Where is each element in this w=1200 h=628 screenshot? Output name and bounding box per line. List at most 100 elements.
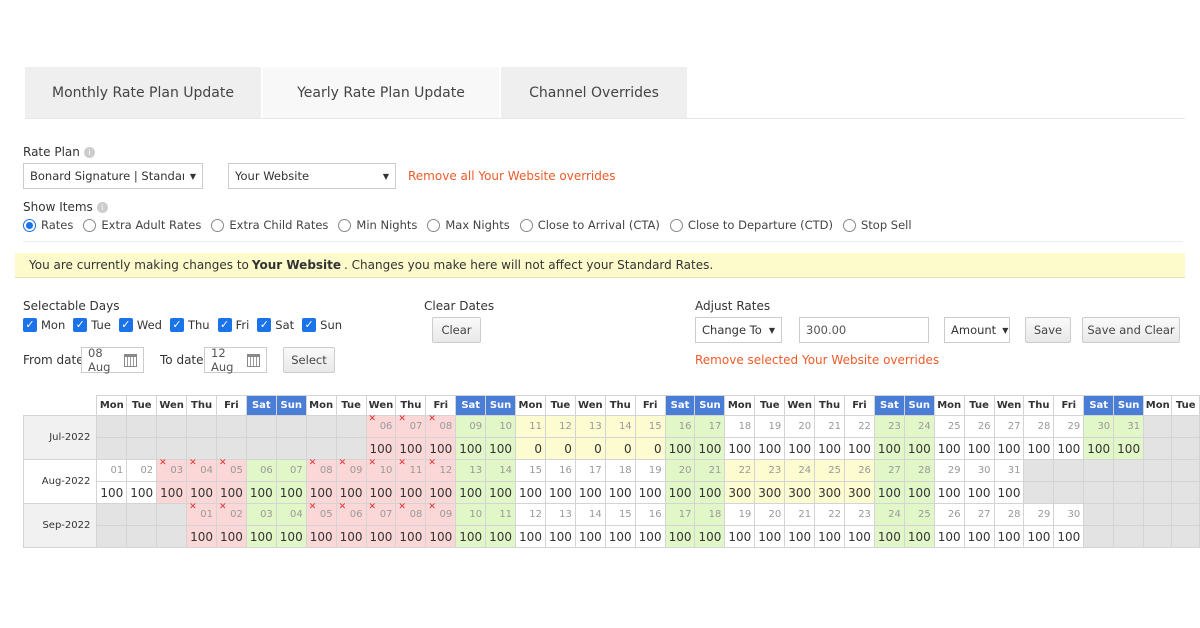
rate-cell[interactable]: 100 [544,525,576,548]
date-cell[interactable]: 19 [724,503,756,526]
rate-cell[interactable]: 100 [754,437,786,460]
rate-cell[interactable]: 100 [993,481,1025,504]
rate-cell[interactable]: 100 [844,525,875,548]
rate-cell[interactable]: 100 [335,525,367,548]
checkmark-icon[interactable]: ✓ [257,318,272,332]
date-cell[interactable]: 21 [814,415,846,438]
tab-yearly-rate-plan-update[interactable]: Yearly Rate Plan Update [263,67,499,118]
date-cell[interactable]: 07 ✕ [365,502,397,526]
rate-cell[interactable]: 100 [844,437,875,460]
radio-button[interactable] [211,218,225,232]
radio-min-nights[interactable]: Min Nights [338,218,417,232]
date-cell[interactable]: 26 [933,503,965,526]
rate-cell[interactable]: 300 [724,481,756,504]
rate-cell[interactable]: 100 [634,525,666,548]
rate-cell[interactable]: 100 [724,525,756,548]
checkmark-icon[interactable]: ✓ [118,318,133,332]
date-cell[interactable]: 06 ✕ [335,502,367,526]
radio-max-nights[interactable]: Max Nights [427,218,510,232]
date-cell[interactable]: 30 [1083,415,1115,438]
date-cell[interactable]: 09 [455,415,487,438]
date-cell[interactable]: 04 ✕ [186,458,217,482]
rate-cell[interactable]: 100 [873,481,905,504]
rate-cell[interactable]: 100 [455,525,487,548]
radio-button[interactable] [23,218,36,232]
rate-cell[interactable]: 100 [814,437,846,460]
calendar-icon[interactable] [247,353,260,367]
date-cell[interactable]: 18 [724,415,756,438]
date-cell[interactable]: 17 [574,459,606,482]
rate-cell[interactable]: 100 [933,481,965,504]
checkmark-icon[interactable]: ✓ [169,318,184,332]
rate-cell[interactable]: 100 [933,525,965,548]
date-cell[interactable]: 28 [1023,415,1055,438]
rate-cell[interactable]: 300 [814,481,846,504]
rate-cell[interactable]: 100 [186,481,217,504]
date-cell[interactable]: 03 [245,503,277,526]
date-cell[interactable]: 18 [694,503,726,526]
rate-cell[interactable]: 100 [1053,437,1085,460]
date-cell[interactable]: 30 [1053,503,1085,526]
rate-cell[interactable]: 100 [365,525,397,548]
rate-cell[interactable]: 100 [425,481,457,504]
date-cell[interactable]: 17 [694,415,726,438]
date-cell[interactable]: 14 [485,459,517,482]
date-cell[interactable]: 13 [455,459,487,482]
date-cell[interactable]: 13 [544,503,576,526]
date-cell[interactable]: 31 [1113,415,1145,438]
radio-button[interactable] [669,218,683,232]
radio-button[interactable] [427,218,441,232]
rate-cell[interactable]: 100 [963,481,995,504]
rate-cell[interactable]: 100 [186,525,217,548]
date-cell[interactable]: 01 ✕ [186,502,217,526]
date-cell[interactable]: 11 [515,415,546,438]
channel-select[interactable]: Your Website ▼ [228,163,396,189]
date-cell[interactable]: 08 ✕ [425,414,457,438]
rate-cell[interactable]: 100 [1023,525,1055,548]
rate-cell[interactable]: 100 [544,481,576,504]
rate-cell[interactable]: 100 [1083,437,1115,460]
date-cell[interactable]: 20 [664,459,696,482]
rate-cell[interactable]: 100 [365,481,397,504]
rate-cell[interactable]: 100 [245,525,277,548]
date-cell[interactable]: 20 [754,503,786,526]
checkmark-icon[interactable]: ✓ [73,318,88,332]
date-cell[interactable]: 27 [963,503,995,526]
date-cell[interactable]: 26 [844,459,875,482]
date-cell[interactable]: 15 [634,415,666,438]
rate-cell[interactable]: 100 [395,525,427,548]
date-cell[interactable]: 14 [574,503,606,526]
radio-ctd[interactable]: Close to Departure (CTD) [669,218,833,232]
date-cell[interactable]: 09 ✕ [425,502,457,526]
rate-cell[interactable]: 100 [275,481,307,504]
rate-cell[interactable]: 100 [485,437,517,460]
rate-cell[interactable]: 100 [455,481,487,504]
date-cell[interactable]: 06 ✕ [365,414,397,438]
rate-cell[interactable]: 100 [664,481,696,504]
rate-cell[interactable]: 100 [784,525,816,548]
calendar-icon[interactable] [124,353,137,367]
date-cell[interactable]: 05 ✕ [215,458,247,482]
date-cell[interactable]: 25 [814,459,846,482]
rate-cell[interactable]: 0 [544,437,576,460]
date-cell[interactable]: 27 [993,415,1025,438]
rate-cell[interactable]: 100 [903,481,935,504]
date-cell[interactable]: 12 ✕ [425,458,457,482]
date-cell[interactable]: 16 [544,459,576,482]
date-cell[interactable]: 06 [245,459,277,482]
date-cell[interactable]: 04 [275,503,307,526]
date-cell[interactable]: 09 ✕ [335,458,367,482]
rate-cell[interactable]: 100 [485,525,517,548]
rate-cell[interactable]: 100 [903,525,935,548]
rate-cell[interactable]: 100 [1113,437,1145,460]
to-date-input[interactable]: 12 Aug [204,346,267,374]
date-cell[interactable]: 12 [544,415,576,438]
date-cell[interactable]: 23 [873,415,905,438]
rate-cell[interactable]: 300 [844,481,875,504]
radio-button[interactable] [83,218,97,232]
rate-cell[interactable]: 100 [784,437,816,460]
date-cell[interactable]: 03 ✕ [156,458,188,482]
tab-monthly-rate-plan-update[interactable]: Monthly Rate Plan Update [25,67,261,118]
rate-cell[interactable]: 100 [724,437,756,460]
info-icon[interactable]: i [96,202,108,213]
